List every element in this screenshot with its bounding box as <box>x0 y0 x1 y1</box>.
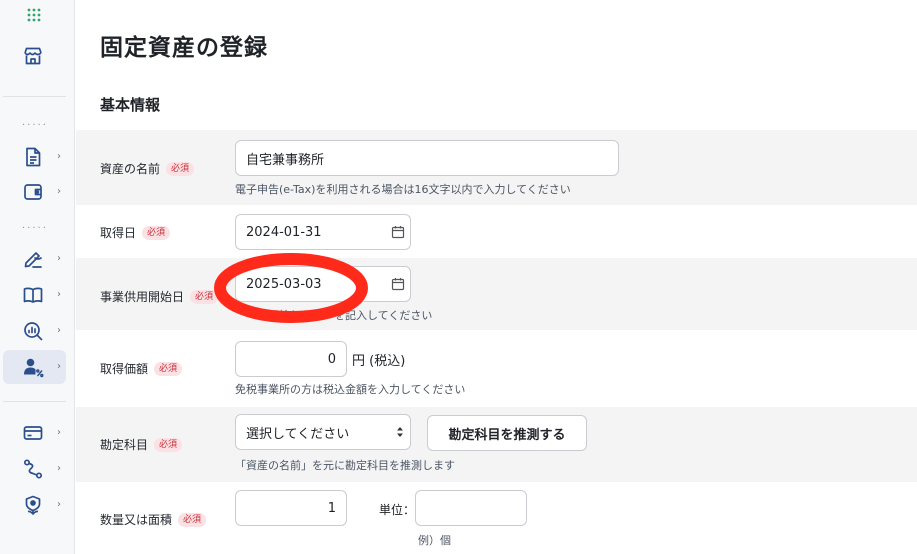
acquired-date-label: 取得日 必須 <box>100 224 171 241</box>
sidebar-item-card[interactable]: › <box>0 417 74 449</box>
chevron-right-icon: › <box>57 361 61 372</box>
chevron-right-icon: › <box>57 151 61 162</box>
acquisition-cost-row: 取得価額 必須 0 円 (税込) 免税事業所の方は税込金額を入力してください <box>76 330 917 407</box>
business-start-date-row: 事業供用開始日 必須 2025-03-03 を開始した を記入してください <box>76 258 917 330</box>
business-start-date-help: を開始した を記入してください <box>235 309 433 322</box>
sidebar-item-apps[interactable] <box>0 4 74 36</box>
required-badge: 必須 <box>154 437 183 452</box>
sidebar-dots: ..... <box>22 220 48 231</box>
signature-icon <box>22 248 44 270</box>
required-badge: 必須 <box>154 361 183 376</box>
sidebar-dots: ..... <box>22 117 48 128</box>
wallet-icon <box>22 181 44 203</box>
account-row: 勘定科目 必須 選択してください 勘定科目を推測する 「資産の名前」を元に勘定科… <box>76 407 917 482</box>
apps-grid-icon <box>27 8 41 22</box>
store-icon <box>22 45 44 67</box>
business-start-date-input[interactable]: 2025-03-03 <box>235 266 411 302</box>
page-title: 固定資産の登録 <box>100 35 268 61</box>
currency-unit: 円 (税込) <box>352 354 406 369</box>
unit-label: 単位： <box>379 503 416 517</box>
section-title: 基本情報 <box>100 96 161 114</box>
document-icon <box>22 146 44 168</box>
analytics-search-icon <box>22 320 44 342</box>
chevron-right-icon: › <box>57 289 61 300</box>
sidebar-item-signature[interactable]: › <box>0 243 74 275</box>
sidebar-item-analytics[interactable]: › <box>0 315 74 347</box>
route-icon <box>22 458 44 480</box>
sidebar-item-document[interactable]: › <box>0 141 74 173</box>
required-badge: 必須 <box>142 225 171 240</box>
acquired-date-row: 取得日 必須 2024-01-31 <box>76 205 917 258</box>
acquisition-cost-input[interactable]: 0 <box>235 341 347 377</box>
sidebar-item-book[interactable]: › <box>0 279 74 311</box>
chevron-right-icon: › <box>57 253 61 264</box>
required-badge: 必須 <box>178 512 207 527</box>
quantity-input[interactable]: 1 <box>235 490 347 526</box>
chevron-right-icon: › <box>57 186 61 197</box>
calendar-icon[interactable] <box>391 225 405 239</box>
sidebar-separator <box>3 96 66 97</box>
asset-name-input[interactable]: 自宅兼事務所 <box>235 140 619 176</box>
acquisition-cost-help: 免税事業所の方は税込金額を入力してください <box>235 383 466 396</box>
chevron-right-icon: › <box>57 427 61 438</box>
account-label: 勘定科目 必須 <box>100 436 183 453</box>
required-badge: 必須 <box>190 289 219 304</box>
asset-name-help: 電子申告(e-Tax)を利用される場合は16文字以内で入力してください <box>235 183 571 196</box>
select-arrows-icon <box>396 426 404 438</box>
calendar-icon[interactable] <box>391 277 405 291</box>
chevron-right-icon: › <box>57 499 61 510</box>
account-help: 「資産の名前」を元に勘定科目を推測します <box>235 459 455 472</box>
sidebar-separator <box>3 401 66 402</box>
chevron-right-icon: › <box>57 463 61 474</box>
book-icon <box>22 284 44 306</box>
asset-name-row: 資産の名前 必須 自宅兼事務所 電子申告(e-Tax)を利用される場合は16文字… <box>76 130 917 205</box>
account-select[interactable]: 選択してください <box>235 414 411 450</box>
required-badge: 必須 <box>166 161 195 176</box>
acquired-date-input[interactable]: 2024-01-31 <box>235 214 411 250</box>
unit-example: 例）個 <box>418 534 451 547</box>
sidebar-item-route[interactable]: › <box>0 453 74 485</box>
asset-name-label: 資産の名前 必須 <box>100 160 195 177</box>
sidebar-item-wallet[interactable]: › <box>0 176 74 208</box>
card-icon <box>22 422 44 444</box>
sidebar-item-fixed-assets[interactable]: › <box>0 350 74 384</box>
quantity-row: 数量又は面積 必須 1 単位： 例）個 <box>76 482 917 554</box>
quantity-label: 数量又は面積 必須 <box>100 511 207 528</box>
guess-account-button[interactable]: 勘定科目を推測する <box>427 415 587 451</box>
main-content: 固定資産の登録 基本情報 資産の名前 必須 自宅兼事務所 電子申告(e-Tax)… <box>76 0 917 554</box>
sidebar-item-store[interactable] <box>0 40 74 72</box>
sidebar: ..... › › ..... › › › › › › › <box>0 0 75 554</box>
acquisition-cost-label: 取得価額 必須 <box>100 360 183 377</box>
sidebar-item-shield[interactable]: › <box>0 489 74 521</box>
business-start-date-label: 事業供用開始日 必須 <box>100 288 219 305</box>
unit-input[interactable] <box>415 490 527 526</box>
chevron-right-icon: › <box>57 325 61 336</box>
user-percent-icon <box>22 356 44 378</box>
shield-plant-icon <box>22 494 44 516</box>
